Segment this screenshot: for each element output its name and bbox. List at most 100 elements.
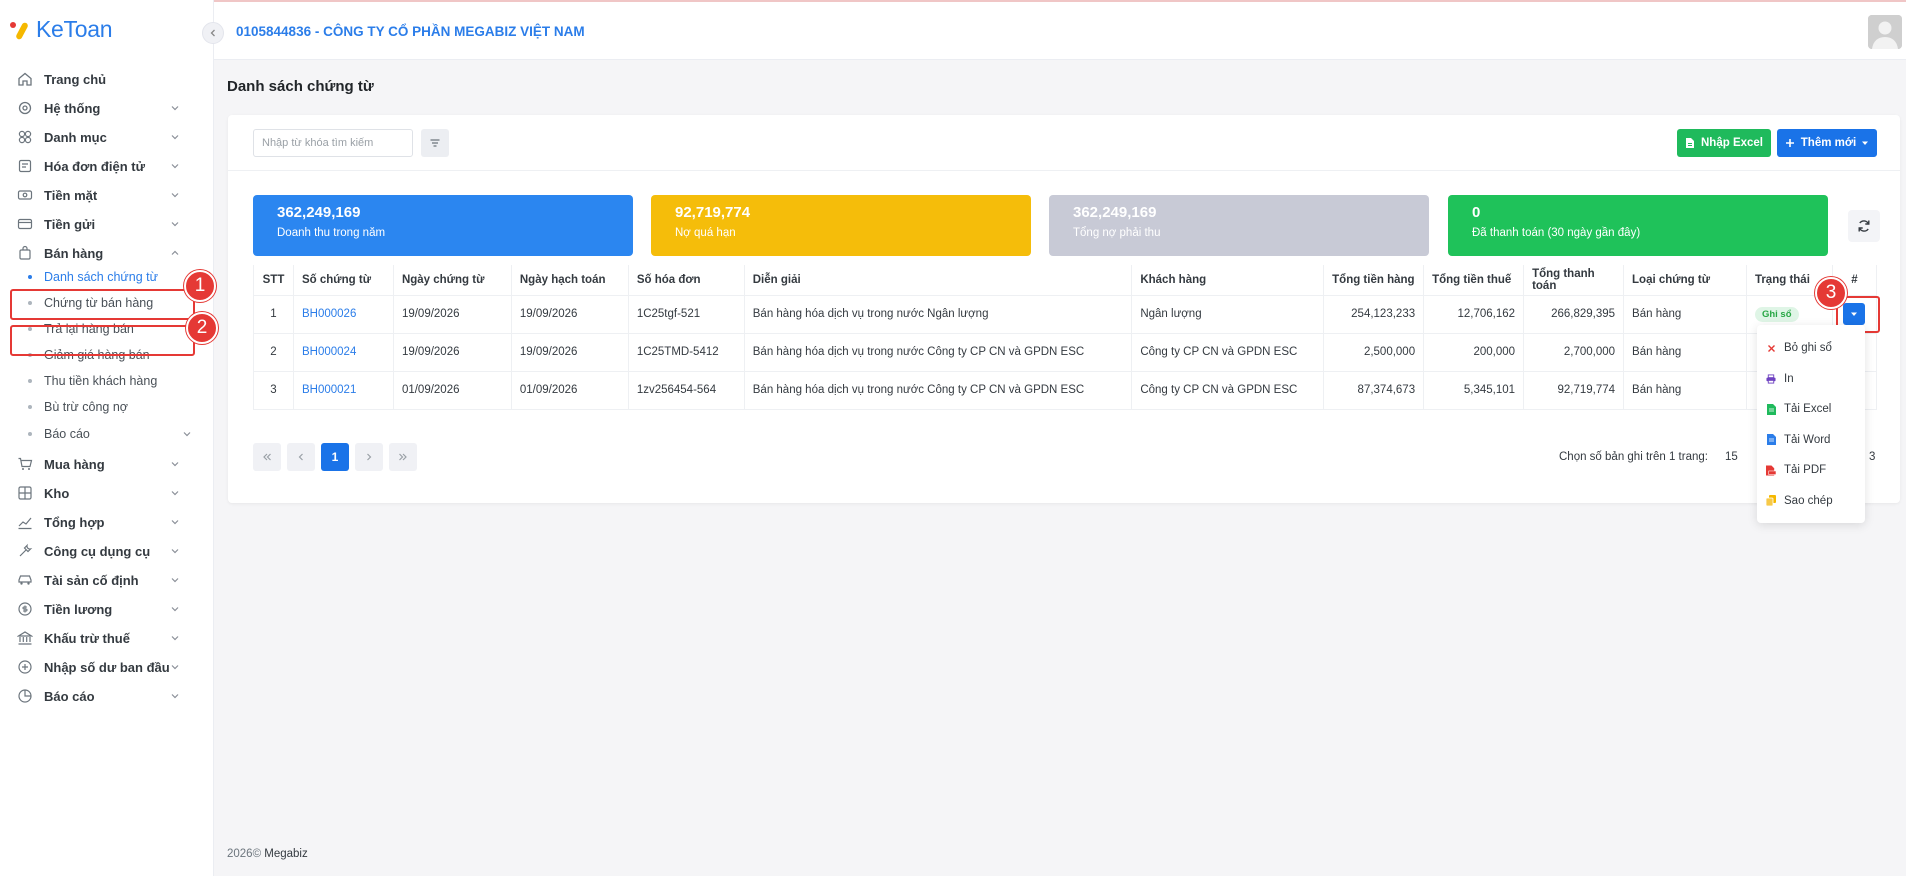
refresh-button[interactable]: [1848, 210, 1880, 242]
column-header[interactable]: Loại chứng từ: [1623, 265, 1747, 296]
chevron-down-icon: [170, 602, 180, 617]
cell-customer: Công ty CP CN và GPDN ESC: [1131, 370, 1325, 410]
sidebar-item-report[interactable]: Báo cáo: [10, 681, 194, 711]
add-new-button[interactable]: Thêm mới: [1777, 129, 1877, 157]
cell-voucher-link[interactable]: BH000026: [292, 294, 394, 334]
per-page-select[interactable]: 15: [1725, 451, 1738, 463]
sidebar-item-tax-deduction[interactable]: Khấu trừ thuế: [10, 623, 194, 653]
sidebar-item-einvoice[interactable]: Hóa đơn điện tử: [10, 151, 194, 181]
sidebar-subitem-debt-offset[interactable]: Bù trừ công nợ: [28, 395, 192, 419]
column-header[interactable]: Tổng thanh toán: [1523, 265, 1625, 296]
pdf-file-icon: [1766, 465, 1776, 476]
pagination-first-button[interactable]: [253, 443, 281, 471]
sidebar-item-salary[interactable]: Tiền lương: [10, 594, 194, 624]
cell-voucher-link[interactable]: BH000024: [292, 332, 394, 372]
caret-down-icon: [1862, 141, 1869, 145]
column-header[interactable]: STT: [253, 265, 294, 296]
table-row[interactable]: 2 BH000024 19/09/2026 19/09/2026 1C25TMD…: [253, 332, 1878, 372]
cell-voucher-type: Bán hàng: [1623, 370, 1747, 410]
column-header[interactable]: Số hóa đơn: [627, 265, 745, 296]
sidebar-subitem-label: Báo cáo: [44, 427, 90, 441]
sidebar-subitem-label: Bù trừ công nợ: [44, 400, 128, 414]
sidebar-item-label: Hệ thống: [44, 100, 101, 116]
salary-icon: [16, 600, 34, 618]
footer-brand[interactable]: Megabiz: [264, 848, 307, 860]
cell-voucher-type: Bán hàng: [1623, 294, 1747, 334]
sidebar-item-label: Tổng hợp: [44, 514, 105, 530]
column-header[interactable]: Ngày chứng từ: [392, 265, 512, 296]
sidebar-subitem-report[interactable]: Báo cáo: [28, 422, 192, 446]
menu-item-label: Sao chép: [1784, 494, 1833, 507]
menu-item-label: Tải Excel: [1784, 403, 1832, 416]
menu-item-print[interactable]: In: [1757, 364, 1865, 395]
cell-invoice-no: 1C25TMD-5412: [627, 332, 745, 372]
sidebar-item-summary[interactable]: Tổng hợp: [10, 507, 194, 537]
cell-tax-total: 5,345,101: [1423, 370, 1525, 410]
menu-item-download-pdf[interactable]: Tải PDF: [1757, 455, 1865, 486]
sidebar-item-label: Nhập số dư ban đầu: [44, 659, 170, 675]
pagination-page-button[interactable]: 1: [321, 443, 349, 471]
pagination-next-button[interactable]: [355, 443, 383, 471]
sidebar-item-catalog[interactable]: Danh mục: [10, 122, 194, 152]
sidebar-collapse-button[interactable]: [202, 22, 224, 44]
column-header[interactable]: Diễn giải: [743, 265, 1133, 296]
sidebar-item-deposit[interactable]: Tiền gửi: [10, 209, 194, 239]
sidebar-item-label: Tiền lương: [44, 601, 113, 617]
cell-voucher-type: Bán hàng: [1623, 332, 1747, 372]
menu-item-download-word[interactable]: Tải Word: [1757, 425, 1865, 456]
column-header[interactable]: Ngày hạch toán: [510, 265, 629, 296]
filter-button[interactable]: [421, 129, 449, 157]
sidebar-item-tools[interactable]: Công cụ dụng cụ: [10, 536, 194, 566]
tools-icon: [16, 542, 34, 560]
sidebar-subitem-label: Danh sách chứng từ: [44, 270, 159, 284]
sidebar-item-system[interactable]: Hệ thống: [10, 93, 194, 123]
menu-item-download-excel[interactable]: Tải Excel: [1757, 394, 1865, 425]
column-header[interactable]: Khách hàng: [1131, 265, 1325, 296]
sidebar-item-opening-balance[interactable]: Nhập số dư ban đầu: [10, 652, 194, 682]
import-excel-button[interactable]: Nhập Excel: [1677, 129, 1771, 157]
sidebar-subitem-customer-receipt[interactable]: Thu tiền khách hàng: [28, 369, 192, 393]
pagination-last-button[interactable]: [389, 443, 417, 471]
topbar: 0105844836 - CÔNG TY CỔ PHẦN MEGABIZ VIỆ…: [214, 0, 1906, 60]
cell-customer: Ngân lượng: [1131, 294, 1325, 334]
stat-card-paid: 0 Đã thanh toán (30 ngày gần đây): [1448, 195, 1828, 256]
page-title: Danh sách chứng từ: [227, 78, 374, 95]
excel-file-icon: [1766, 403, 1776, 415]
cell-invoice-no: 1C25tgf-521: [627, 294, 745, 334]
app-logo[interactable]: KeToan: [10, 16, 113, 43]
sidebar-item-purchase[interactable]: Mua hàng: [10, 449, 194, 479]
footer-year: 2026©: [227, 848, 262, 860]
cell-voucher-link[interactable]: BH000021: [292, 370, 394, 410]
cell-customer: Công ty CP CN và GPDN ESC: [1131, 332, 1325, 372]
chevron-down-icon: [182, 428, 192, 442]
avatar[interactable]: [1868, 15, 1902, 49]
stat-label: Nợ quá hạn: [675, 227, 736, 239]
chevron-down-icon: [170, 188, 180, 203]
import-excel-label: Nhập Excel: [1701, 137, 1763, 149]
sidebar-item-sales[interactable]: Bán hàng: [10, 238, 194, 268]
column-header[interactable]: Số chứng từ: [292, 265, 394, 296]
sidebar-item-label: Kho: [44, 485, 70, 501]
chevron-down-icon: [170, 130, 180, 145]
column-header[interactable]: Tổng tiền hàng: [1323, 265, 1425, 296]
company-name[interactable]: 0105844836 - CÔNG TY CỔ PHẦN MEGABIZ VIỆ…: [236, 24, 585, 39]
menu-item-copy[interactable]: Sao chép: [1757, 486, 1865, 517]
cell-description: Bán hàng hóa dịch vụ trong nước Ngân lượ…: [743, 294, 1133, 334]
table-row[interactable]: 3 BH000021 01/09/2026 01/09/2026 1zv2564…: [253, 370, 1878, 410]
sidebar-item-warehouse[interactable]: Kho: [10, 478, 194, 508]
sidebar-item-cash[interactable]: Tiền mặt: [10, 180, 194, 210]
pagination-prev-button[interactable]: [287, 443, 315, 471]
double-chevron-right-icon: [399, 453, 407, 461]
stat-value: 362,249,169: [277, 204, 361, 221]
cell-stt: 2: [253, 332, 294, 372]
sidebar-item-fixed-assets[interactable]: Tài sản cố định: [10, 565, 194, 595]
cell-posting-date: 19/09/2026: [510, 332, 629, 372]
table-row[interactable]: 1 BH000026 19/09/2026 19/09/2026 1C25tgf…: [253, 294, 1878, 334]
sidebar-item-home[interactable]: Trang chủ: [10, 64, 194, 94]
row-actions-menu: Bỏ ghi sổ In Tải Excel Tải Word Tải PDF …: [1757, 325, 1865, 523]
search-input[interactable]: [253, 129, 413, 157]
column-header[interactable]: Tổng tiền thuế: [1423, 265, 1525, 296]
menu-item-unpost[interactable]: Bỏ ghi sổ: [1757, 333, 1865, 364]
cell-posting-date: 01/09/2026: [510, 370, 629, 410]
sidebar-subitem-document-list[interactable]: Danh sách chứng từ: [28, 265, 192, 289]
